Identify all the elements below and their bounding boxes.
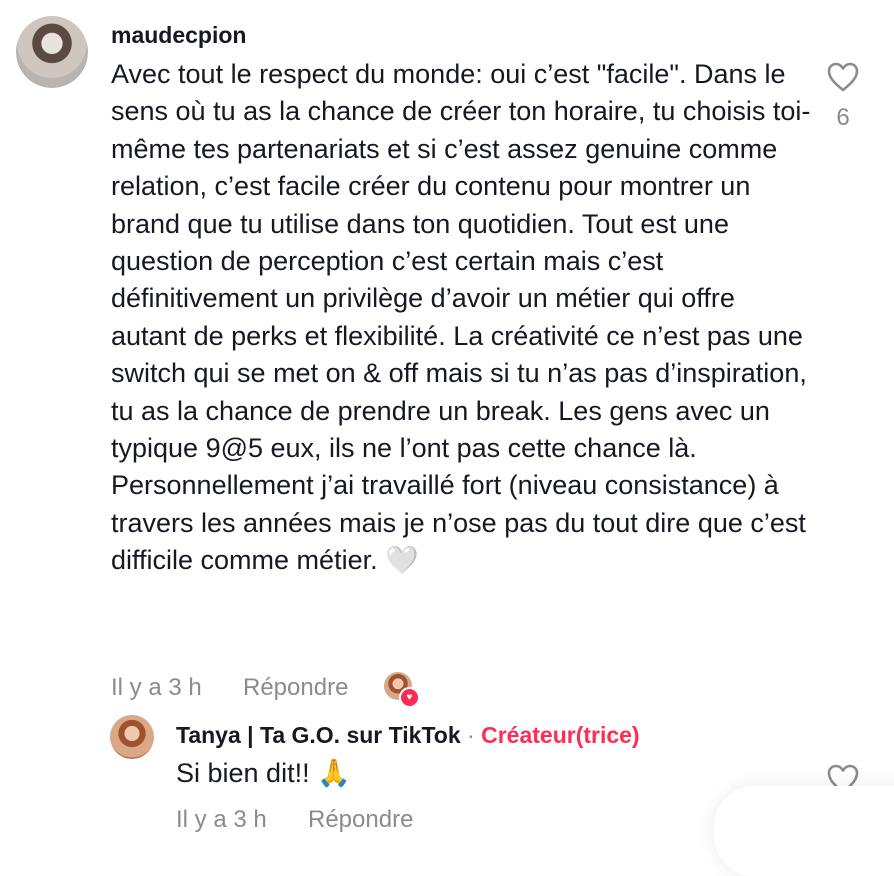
- comment-timestamp: Il y a 3 h: [111, 674, 202, 701]
- reply-text: Si bien dit!! 🙏: [176, 758, 351, 788]
- red-heart-badge-icon: ♥: [399, 687, 420, 708]
- comment-text: Avec tout le respect du monde: oui c’est…: [111, 56, 811, 580]
- bottom-overlay-panel: [714, 786, 894, 876]
- reply-timestamp: Il y a 3 h: [176, 806, 267, 833]
- reply-button[interactable]: Répondre: [243, 674, 348, 702]
- comment-body: Avec tout le respect du monde: oui c’est…: [111, 59, 811, 576]
- avatar[interactable]: [16, 16, 88, 88]
- heart-outline-icon[interactable]: [827, 62, 859, 92]
- reply-username[interactable]: Tanya | Ta G.O. sur TikTok: [176, 722, 461, 748]
- comment-username[interactable]: maudecpion: [111, 22, 246, 49]
- reply-author-line: Tanya | Ta G.O. sur TikTok · Créateur(tr…: [176, 722, 640, 749]
- reply-to-reply-button[interactable]: Répondre: [308, 806, 413, 834]
- reply-avatar[interactable]: [110, 715, 154, 759]
- separator-dot: ·: [467, 722, 475, 748]
- white-heart-emoji: 🤍: [385, 545, 419, 576]
- like-count: 6: [836, 104, 850, 131]
- creator-badge: Créateur(trice): [481, 722, 640, 748]
